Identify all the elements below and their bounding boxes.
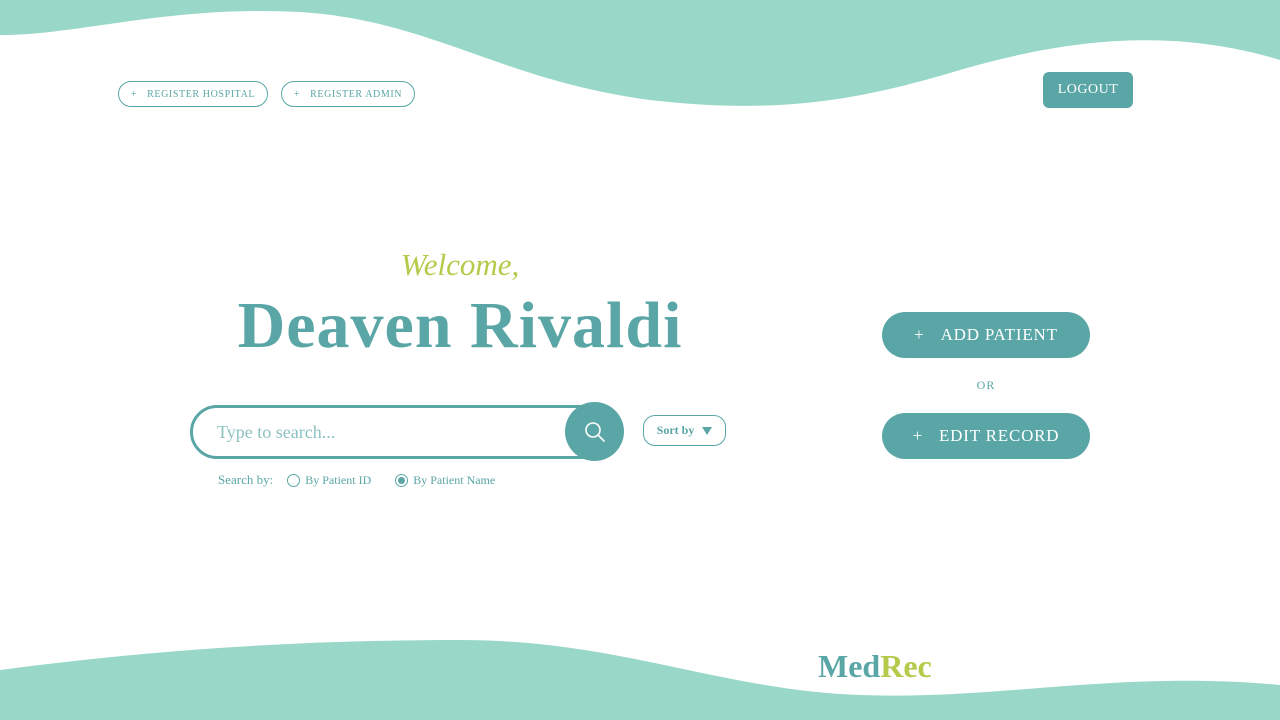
search-button[interactable]: [565, 402, 624, 461]
radio-button-unchecked[interactable]: [287, 473, 301, 487]
search-bar: [190, 405, 610, 459]
edit-record-button[interactable]: + EDIT RECORD: [882, 413, 1090, 459]
plus-icon: +: [912, 426, 923, 445]
sort-by-label: Sort by: [656, 423, 695, 437]
search-by-label: Search by:: [218, 472, 274, 487]
search-by-options: Search by: By Patient ID By Patient Name: [218, 472, 519, 488]
or-divider-text: OR: [976, 378, 996, 392]
search-icon: [584, 421, 605, 442]
radio-label: By Patient ID: [305, 472, 372, 487]
sort-by-dropdown[interactable]: Sort by: [643, 415, 726, 446]
logout-button[interactable]: LOGOUT: [1043, 72, 1133, 108]
add-patient-button[interactable]: + ADD PATIENT: [882, 312, 1090, 358]
radio-by-patient-id[interactable]: By Patient ID: [287, 473, 371, 488]
add-patient-label: ADD PATIENT: [940, 325, 1058, 344]
bottom-wave-decoration: [0, 640, 1280, 720]
plus-icon: +: [293, 88, 301, 100]
plus-icon: +: [914, 325, 925, 344]
register-hospital-button[interactable]: + REGISTER HOSPITAL: [118, 81, 268, 107]
register-hospital-label: REGISTER HOSPITAL: [147, 88, 256, 100]
logo-part-rec: Rec: [880, 648, 932, 684]
search-input[interactable]: [217, 418, 557, 446]
plus-icon: +: [130, 88, 138, 100]
register-admin-label: REGISTER ADMIN: [310, 88, 403, 100]
radio-label: By Patient Name: [413, 472, 496, 487]
caret-down-icon: [702, 426, 713, 435]
medrec-logo: Med Rec: [818, 648, 932, 684]
logo-part-med: Med: [818, 648, 881, 684]
user-name-heading: Deaven Rivaldi: [237, 289, 683, 362]
radio-by-patient-name[interactable]: By Patient Name: [395, 473, 495, 488]
edit-record-label: EDIT RECORD: [938, 426, 1060, 445]
radio-button-checked[interactable]: [395, 473, 409, 487]
welcome-text: Welcome,: [400, 247, 520, 282]
register-admin-button[interactable]: + REGISTER ADMIN: [281, 81, 415, 107]
